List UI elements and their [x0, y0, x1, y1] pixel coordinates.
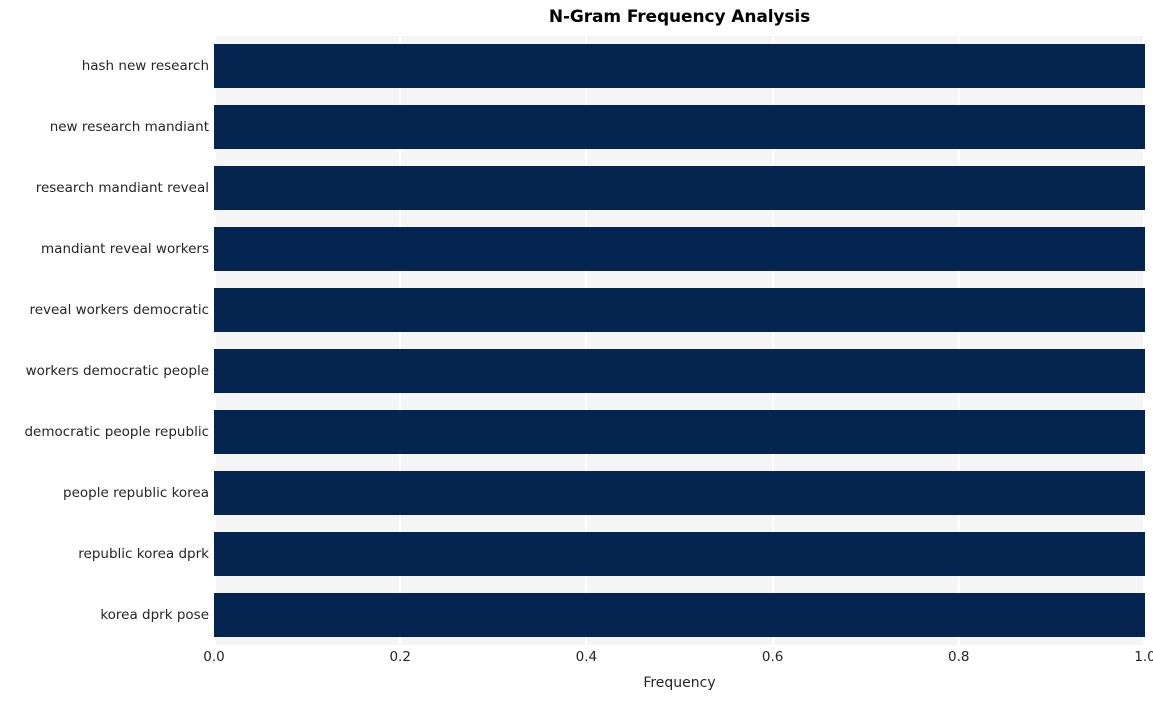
chart-figure: N-Gram Frequency Analysis hash new resea… — [0, 0, 1153, 701]
bar[interactable] — [214, 166, 1145, 211]
x-axis-label: Frequency — [643, 675, 716, 691]
plot-area — [214, 36, 1145, 645]
y-axis-tick-labels: hash new research new research mandiant re… — [0, 36, 209, 645]
bar[interactable] — [214, 348, 1145, 393]
y-axis-tick-label: republic korea dprk — [78, 545, 209, 562]
x-axis-tick-labels: 0.0 0.2 0.4 0.6 0.8 1.0 — [203, 649, 1153, 669]
y-axis-tick-label: mandiant reveal workers — [41, 241, 209, 258]
x-axis-tick-label: 0.4 — [575, 649, 598, 665]
y-axis-tick-label: hash new research — [81, 58, 209, 75]
bar[interactable] — [214, 470, 1145, 515]
y-axis-tick-label: workers democratic people — [25, 362, 209, 379]
x-axis-tick-label: 1.0 — [1134, 649, 1153, 665]
y-axis-tick-label: new research mandiant — [49, 119, 209, 136]
bar[interactable] — [214, 592, 1145, 637]
x-axis-tick-label: 0.2 — [389, 649, 411, 665]
y-axis-tick-label: reveal workers democratic — [29, 302, 209, 319]
y-axis-tick-label: research mandiant reveal — [35, 180, 209, 197]
bar[interactable] — [214, 531, 1145, 576]
x-axis-tick-label: 0.6 — [761, 649, 784, 665]
x-axis-tick-label: 0.0 — [203, 649, 225, 665]
y-axis-tick-label: people republic korea — [63, 484, 209, 501]
bar[interactable] — [214, 105, 1145, 150]
bar[interactable] — [214, 409, 1145, 454]
y-axis-tick-label: korea dprk pose — [100, 606, 209, 623]
y-axis-tick-label: democratic people republic — [24, 423, 209, 440]
bar[interactable] — [214, 44, 1145, 89]
bar[interactable] — [214, 288, 1145, 333]
chart-title: N-Gram Frequency Analysis — [548, 7, 811, 27]
x-axis-tick-label: 0.8 — [948, 649, 970, 665]
bar[interactable] — [214, 227, 1145, 272]
